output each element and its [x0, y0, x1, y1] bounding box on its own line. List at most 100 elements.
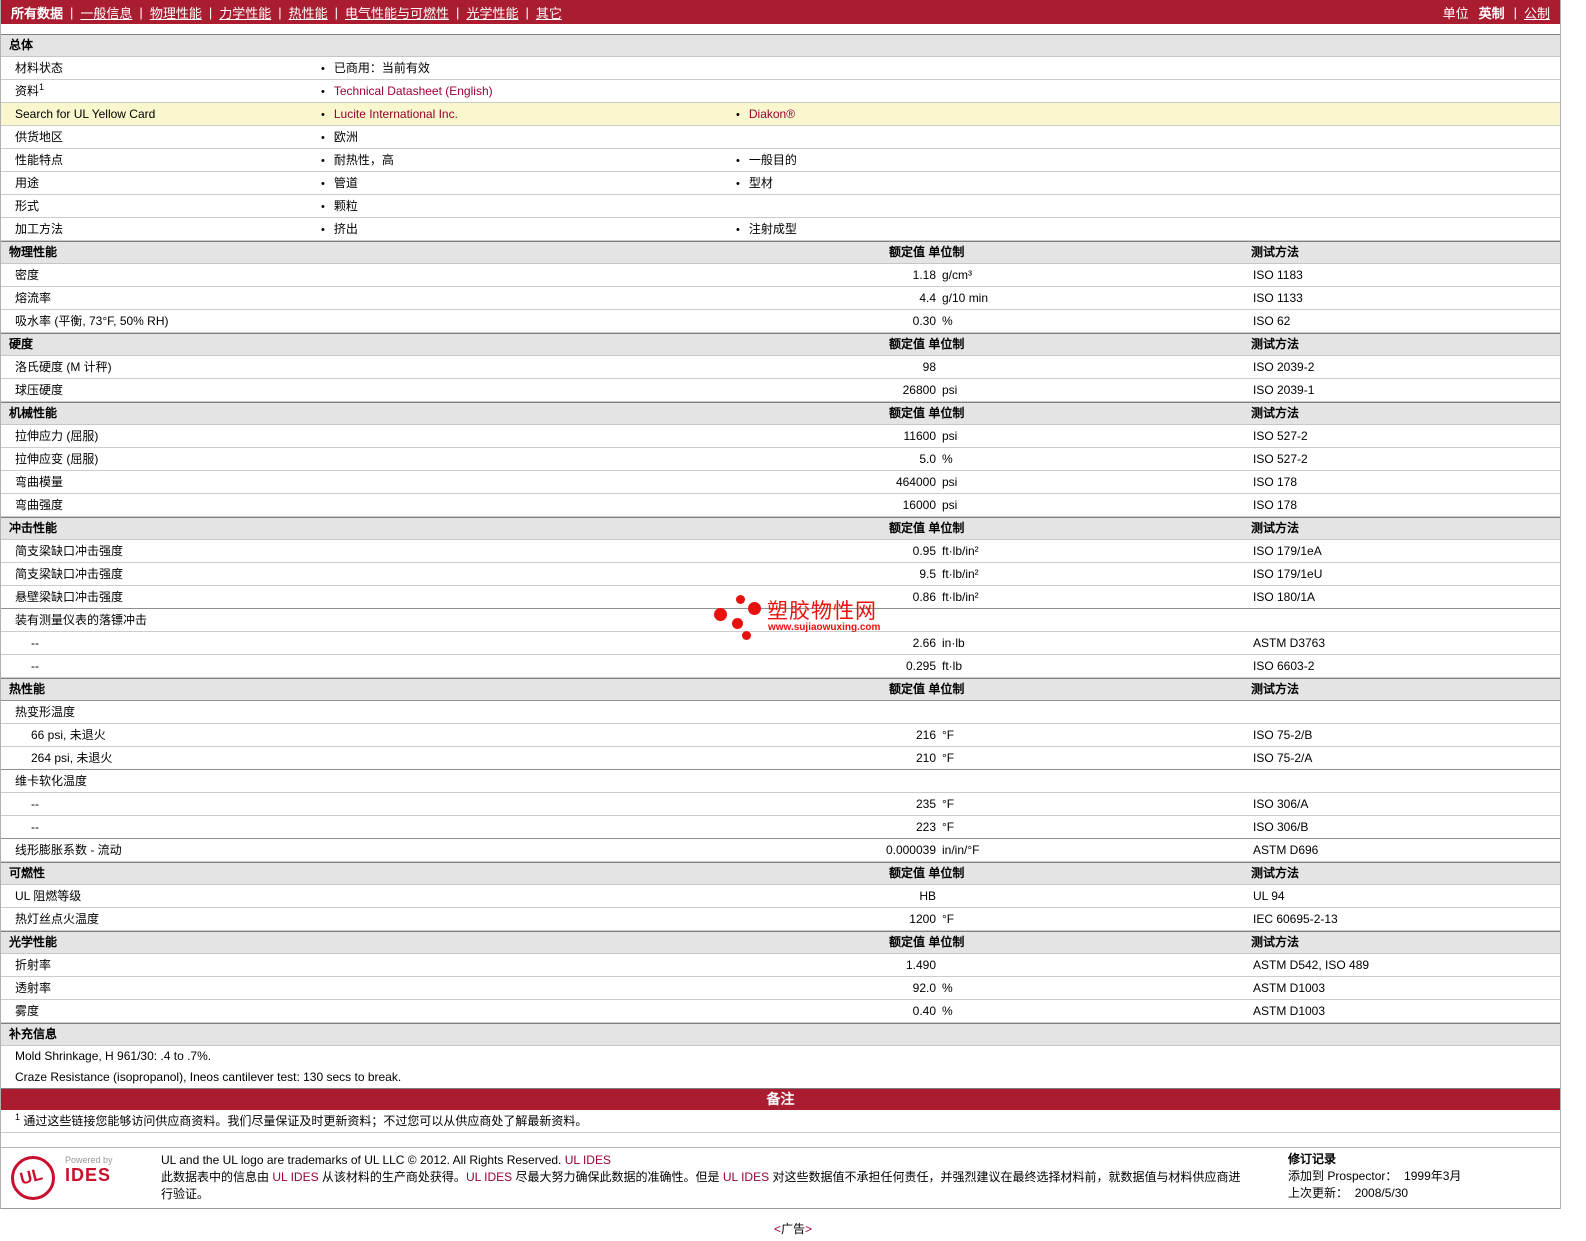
column-header-method: 测试方法: [1251, 337, 1300, 351]
field-value: 耐热性，高: [321, 149, 394, 172]
revision-updated: 上次更新： 2008/5/30: [1288, 1186, 1409, 1200]
field-value: Diakon®: [736, 103, 795, 126]
bullet-icon: [321, 86, 325, 98]
test-method: ISO 306/A: [1253, 797, 1309, 811]
field-value: 颗粒: [321, 195, 358, 218]
ul-ides-link[interactable]: UL IDES: [565, 1153, 611, 1167]
test-method: ISO 1183: [1253, 268, 1303, 282]
ul-ides-link[interactable]: UL IDES: [466, 1170, 512, 1184]
property-label: --: [31, 820, 39, 834]
property-value: 2.66: [912, 636, 936, 650]
property-label: 悬壁梁缺口冲击强度: [15, 590, 124, 604]
bullet-icon: [321, 155, 325, 167]
nav-separator: [139, 5, 142, 20]
column-header-method: 测试方法: [1251, 521, 1300, 535]
property-value: 0.295: [905, 659, 936, 673]
property-value: 4.4: [919, 291, 936, 305]
test-method: ASTM D542, ISO 489: [1253, 958, 1370, 972]
nav-tab-thermal[interactable]: 热性能: [289, 3, 328, 22]
nav-tab-physical[interactable]: 物理性能: [150, 3, 202, 22]
section-header-mechanical: 机械性能 额定值 单位制 测试方法: [1, 402, 1560, 425]
property-label: 吸水率 (平衡, 73°F, 50% RH): [15, 314, 169, 328]
bullet-icon: [736, 155, 740, 167]
property-unit: ft·lb/in²: [942, 544, 979, 558]
property-value: 0.86: [912, 590, 936, 604]
tradename-link[interactable]: Diakon®: [749, 107, 795, 121]
revision-history: 修订记录 添加到 Prospector： 1999年3月 上次更新： 2008/…: [1288, 1151, 1461, 1202]
column-header-value: 额定值 单位制: [889, 406, 965, 420]
footnote-text: 1 通过这些链接您能够访问供应商资料。我们尽量保证及时更新资料；不过您可以从供应…: [1, 1110, 1560, 1133]
footer: UL Powered by IDES UL and the UL logo ar…: [1, 1147, 1560, 1209]
bullet-icon: [321, 178, 325, 190]
property-label: 线形膨胀系数 - 流动: [15, 843, 122, 857]
bullet-icon: [736, 178, 740, 190]
property-unit: %: [942, 452, 953, 466]
datasheet-link[interactable]: Technical Datasheet (English): [334, 84, 493, 98]
table-row: 熔流率 4.4 g/10 min ISO 1133: [1, 287, 1560, 310]
property-label: 简支梁缺口冲击强度: [15, 567, 124, 581]
table-row: -- 235 °F ISO 306/A: [1, 793, 1560, 816]
unit-english-button[interactable]: 英制: [1479, 3, 1505, 22]
test-method: ISO 527-2: [1253, 452, 1308, 466]
property-unit: in·lb: [942, 636, 965, 650]
table-row: 密度 1.18 g/cm³ ISO 1183: [1, 264, 1560, 287]
unit-metric-button[interactable]: 公制: [1524, 3, 1550, 22]
property-value: 216: [915, 728, 936, 742]
field-value: 欧洲: [321, 126, 358, 149]
section-header-hardness: 硬度 额定值 单位制 测试方法: [1, 333, 1560, 356]
search-ul-yellow-card-link[interactable]: Search for UL Yellow Card: [15, 103, 155, 125]
table-row: 透射率 92.0 % ASTM D1003: [1, 977, 1560, 1000]
field-label: 材料状态: [15, 61, 64, 75]
test-method: ISO 527-2: [1253, 429, 1308, 443]
revision-title: 修订记录: [1288, 1152, 1337, 1166]
table-row: 形式 颗粒: [1, 195, 1560, 218]
table-row: 简支梁缺口冲击强度 0.95 ft·lb/in² ISO 179/1eA: [1, 540, 1560, 563]
nav-tab-general-info[interactable]: 一般信息: [80, 3, 132, 22]
property-label: 洛氏硬度 (M 计秤): [15, 360, 112, 374]
top-navigation: 所有数据 一般信息 物理性能 力学性能 热性能 电气性能与可燃性 光学性能 其它…: [1, 0, 1560, 24]
test-method: ISO 75-2/A: [1253, 751, 1313, 765]
test-method: UL 94: [1253, 889, 1285, 903]
section-title: 总体: [9, 38, 34, 52]
section-header-general: 总体: [1, 34, 1560, 57]
column-header-value: 额定值 单位制: [889, 682, 965, 696]
test-method: ASTM D1003: [1253, 981, 1326, 995]
nav-tab-optical[interactable]: 光学性能: [466, 3, 518, 22]
field-value: 挤出: [321, 218, 358, 241]
nav-separator: [70, 5, 73, 20]
property-label: 热灯丝点火温度: [15, 912, 100, 926]
ul-ides-link[interactable]: UL IDES: [723, 1170, 769, 1184]
property-value: HB: [919, 889, 936, 903]
nav-separator: [278, 5, 281, 20]
bullet-icon: [736, 224, 740, 236]
nav-tab-mechanical[interactable]: 力学性能: [219, 3, 271, 22]
table-row: 弯曲强度 16000 psi ISO 178: [1, 494, 1560, 517]
test-method: ISO 62: [1253, 314, 1291, 328]
nav-tab-electrical-flammability[interactable]: 电气性能与可燃性: [345, 3, 449, 22]
property-unit: in/in/°F: [942, 843, 980, 857]
property-unit: g/10 min: [942, 291, 989, 305]
property-value: 16000: [902, 498, 936, 512]
property-unit: °F: [942, 912, 955, 926]
powered-by-label: Powered by: [65, 1155, 113, 1165]
table-row-ul-yellow-card: Search for UL Yellow Card Lucite Interna…: [1, 103, 1560, 126]
nav-separator: [1514, 5, 1517, 20]
test-method: IEC 60695-2-13: [1253, 912, 1338, 926]
supplier-link[interactable]: Lucite International Inc.: [334, 107, 458, 121]
property-value: 92.0: [912, 981, 936, 995]
test-method: ISO 178: [1253, 475, 1298, 489]
test-method: ISO 179/1eU: [1253, 567, 1323, 581]
ul-ides-link[interactable]: UL IDES: [272, 1170, 318, 1184]
nav-tab-all-data[interactable]: 所有数据: [11, 3, 63, 22]
table-row: 资料1 Technical Datasheet (English): [1, 80, 1560, 103]
section-title: 物理性能: [9, 245, 58, 259]
property-value: 9.5: [919, 567, 936, 581]
ad-bracket: <: [773, 1222, 781, 1236]
table-row: 折射率 1.490 ASTM D542, ISO 489: [1, 954, 1560, 977]
property-value: 0.30: [912, 314, 936, 328]
nav-tab-other[interactable]: 其它: [536, 3, 562, 22]
column-header-method: 测试方法: [1251, 866, 1300, 880]
supplemental-note: Mold Shrinkage, H 961/30: .4 to .7%.: [15, 1049, 212, 1063]
bullet-icon: [321, 63, 325, 75]
